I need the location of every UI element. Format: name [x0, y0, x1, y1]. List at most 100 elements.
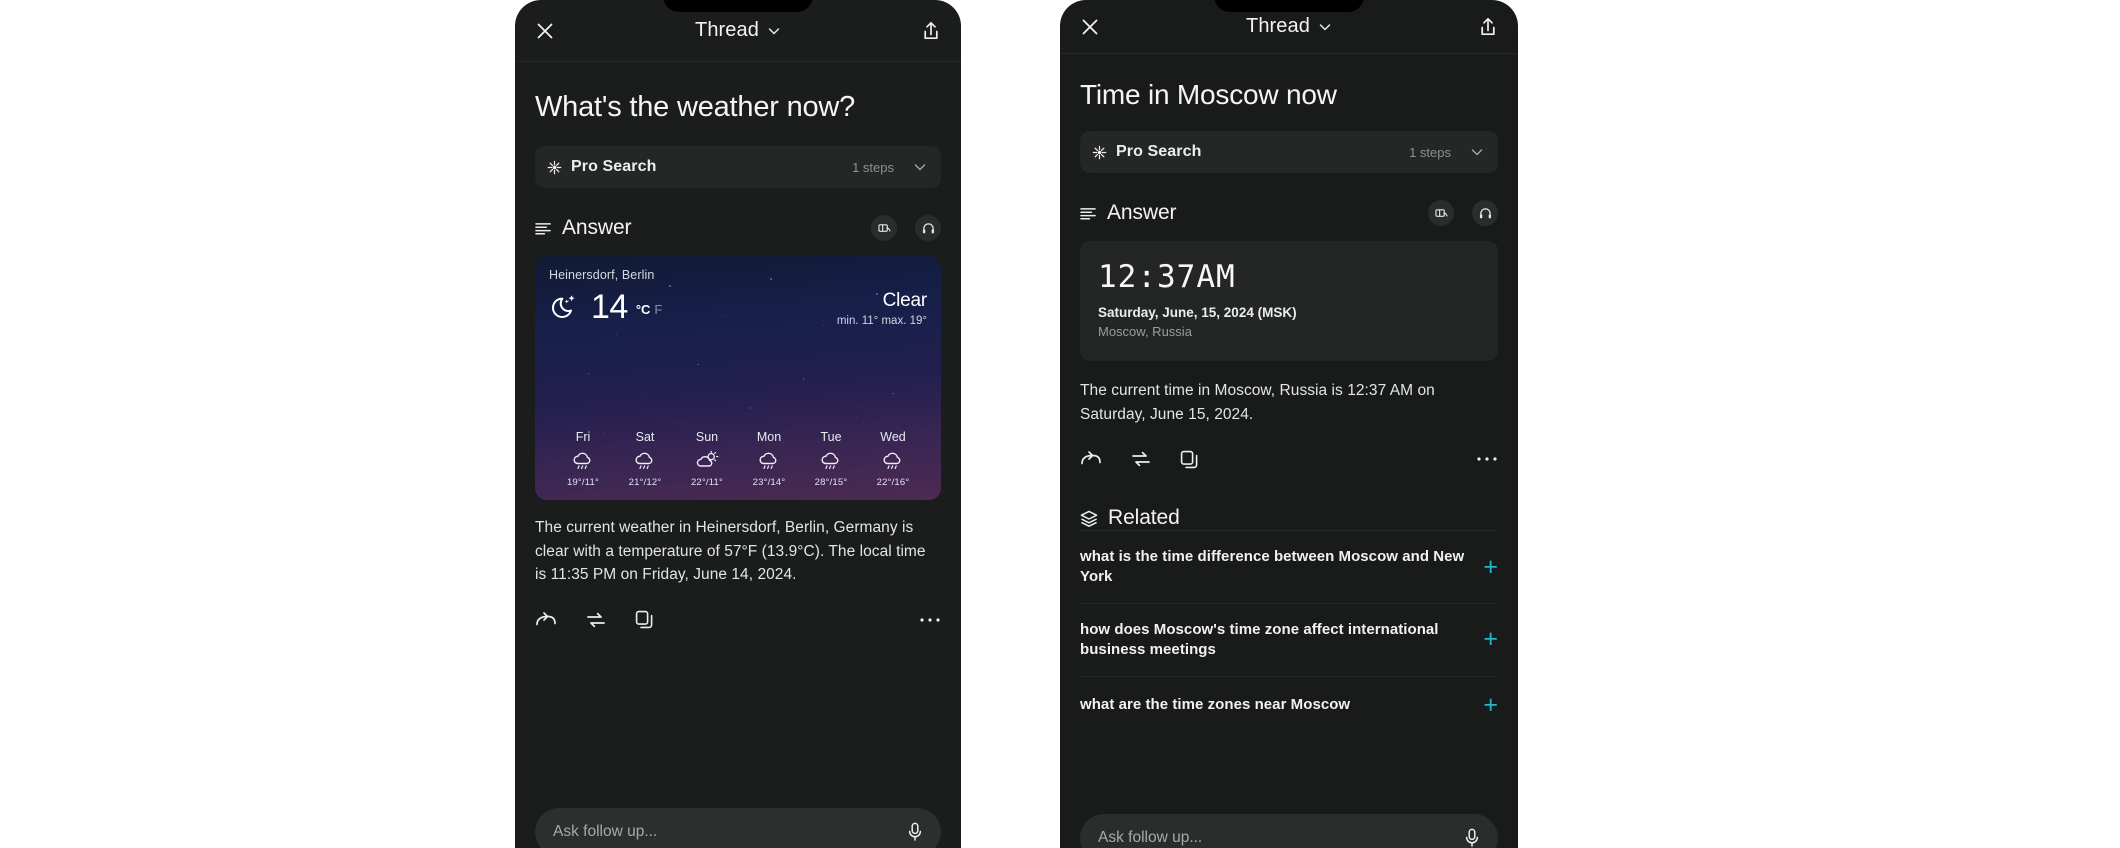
current-date: Saturday, June, 15, 2024 (MSK) [1098, 305, 1297, 321]
share-icon[interactable] [1478, 16, 1498, 38]
forecast-day-label: Sat [635, 430, 655, 445]
answer-header-right: Answer [1080, 199, 1498, 227]
forecast-day: Mon 23°/14° [739, 430, 799, 488]
ask-follow-up-bar-right[interactable]: Ask follow up... [1080, 814, 1498, 848]
more-icon[interactable] [919, 616, 941, 624]
unit-celsius[interactable]: °C [636, 302, 651, 317]
weather-minmax: min. 11° max. 19° [836, 315, 927, 328]
chevron-down-icon[interactable] [767, 24, 781, 38]
share-arrow-icon[interactable] [1080, 450, 1102, 468]
share-icon[interactable] [921, 20, 941, 42]
answer-paragraph: The current time in Moscow, Russia is 12… [1080, 382, 1435, 423]
related-item-label: what are the time zones near Moscow [1080, 696, 1351, 714]
forecast-day-label: Fri [575, 430, 591, 445]
ask-follow-up-input[interactable]: Ask follow up... [553, 823, 907, 841]
headphones-icon[interactable] [915, 215, 941, 242]
pro-search-steps: 1 steps [1409, 144, 1451, 160]
thread-panel-weather: Thread What's the weather now? Pro Searc… [515, 0, 961, 848]
page-title: What's the weather now? [535, 91, 856, 123]
thread-content-right: Time in Moscow now Pro Search 1 steps An… [1060, 54, 1518, 734]
thread-title-button[interactable]: Thread [1124, 15, 1454, 38]
forecast-day: Fri 19°/11° [553, 430, 613, 488]
rain-icon [819, 450, 843, 472]
list-icon [1080, 206, 1097, 221]
unit-fahrenheit[interactable]: F [654, 302, 662, 317]
weather-location: Heinersdorf, Berlin [549, 268, 655, 283]
pro-search-row[interactable]: Pro Search 1 steps [535, 146, 941, 189]
forecast-temps: 28°/15° [814, 477, 848, 489]
rain-icon [757, 450, 781, 472]
page-title: Time in Moscow now [1080, 79, 1337, 110]
related-item[interactable]: what is the time difference between Mosc… [1080, 530, 1498, 603]
related-item[interactable]: what are the time zones near Moscow + [1080, 675, 1498, 734]
chevron-down-icon[interactable] [1470, 145, 1484, 159]
weather-temperature: 14 [591, 288, 628, 327]
related-item-label: what is the time difference between Mosc… [1080, 548, 1465, 586]
chevron-down-icon[interactable] [913, 160, 927, 174]
copy-icon[interactable] [1180, 450, 1199, 469]
forecast-day: Sun 22°/11° [677, 430, 737, 488]
forecast-day: Wed 22°/16° [863, 430, 923, 488]
close-icon[interactable] [1080, 17, 1100, 37]
microphone-icon[interactable] [907, 822, 923, 842]
pro-search-label: Pro Search [571, 158, 657, 176]
ask-follow-up-input[interactable]: Ask follow up... [1098, 829, 1464, 847]
thread-title-button[interactable]: Thread [579, 19, 897, 42]
sparkle-icon [1092, 145, 1107, 160]
thread-panel-time: Thread Time in Moscow now Pro Search 1 s… [1060, 0, 1518, 848]
thread-content-left: What's the weather now? Pro Search 1 ste… [515, 62, 961, 633]
rain-icon [633, 450, 657, 472]
answer-label: Answer [562, 216, 632, 240]
rain-icon [571, 450, 595, 472]
sparkle-icon [547, 160, 562, 175]
related-label: Related [1108, 506, 1180, 530]
translate-icon[interactable] [1428, 200, 1454, 227]
microphone-icon[interactable] [1464, 828, 1480, 848]
moon-stars-icon [549, 290, 583, 324]
screenshot-stage: Thread What's the weather now? Pro Searc… [0, 0, 2120, 848]
share-arrow-icon[interactable] [535, 611, 557, 629]
forecast-day: Sat 21°/12° [615, 430, 675, 488]
forecast-temps: 23°/14° [752, 477, 786, 489]
forecast-temps: 21°/12° [628, 477, 662, 489]
forecast-temps: 22°/11° [690, 477, 724, 489]
forecast-row: Fri 19°/11° Sat 21°/12° Sun 22°/11° Mon … [549, 430, 927, 490]
list-icon [535, 221, 552, 236]
layers-icon [1080, 510, 1098, 527]
chevron-down-icon[interactable] [1318, 20, 1332, 34]
translate-icon[interactable] [871, 215, 897, 242]
forecast-day: Tue 28°/15° [801, 430, 861, 488]
answer-actions-left [535, 607, 941, 633]
plus-icon[interactable]: + [1483, 627, 1498, 652]
plus-icon[interactable]: + [1483, 554, 1498, 580]
related-item-label: how does Moscow's time zone affect inter… [1080, 621, 1439, 658]
forecast-temps: 22°/16° [876, 477, 910, 489]
answer-header-left: Answer [535, 214, 941, 242]
related-header: Related [1080, 506, 1498, 530]
rewrite-icon[interactable] [585, 611, 607, 629]
pro-search-row[interactable]: Pro Search 1 steps [1080, 131, 1498, 174]
forecast-day-label: Wed [880, 430, 906, 445]
copy-icon[interactable] [635, 610, 654, 629]
headphones-icon[interactable] [1472, 200, 1498, 227]
rewrite-icon[interactable] [1130, 450, 1152, 468]
current-time: 12:37AM [1098, 259, 1236, 296]
thread-header-left: Thread [515, 0, 961, 62]
thread-header-right: Thread [1060, 0, 1518, 54]
rain-icon [881, 450, 905, 472]
forecast-temps: 19°/11° [566, 477, 600, 489]
plus-icon[interactable]: + [1483, 692, 1498, 718]
answer-label: Answer [1107, 201, 1177, 225]
related-item[interactable]: how does Moscow's time zone affect inter… [1080, 603, 1498, 676]
time-card: 12:37AM Saturday, June, 15, 2024 (MSK) M… [1080, 241, 1498, 362]
current-place: Moscow, Russia [1098, 324, 1192, 340]
weather-condition: Clear [882, 290, 928, 312]
thread-title: Thread [695, 19, 759, 41]
pro-search-steps: 1 steps [852, 159, 894, 175]
weather-card[interactable]: Heinersdorf, Berlin 14 °C F Clear min. 1… [535, 256, 941, 501]
forecast-day-label: Sun [695, 430, 719, 445]
ask-follow-up-bar-left[interactable]: Ask follow up... [535, 808, 941, 848]
close-icon[interactable] [535, 21, 555, 41]
pro-search-label: Pro Search [1116, 143, 1202, 161]
more-icon[interactable] [1476, 455, 1498, 463]
